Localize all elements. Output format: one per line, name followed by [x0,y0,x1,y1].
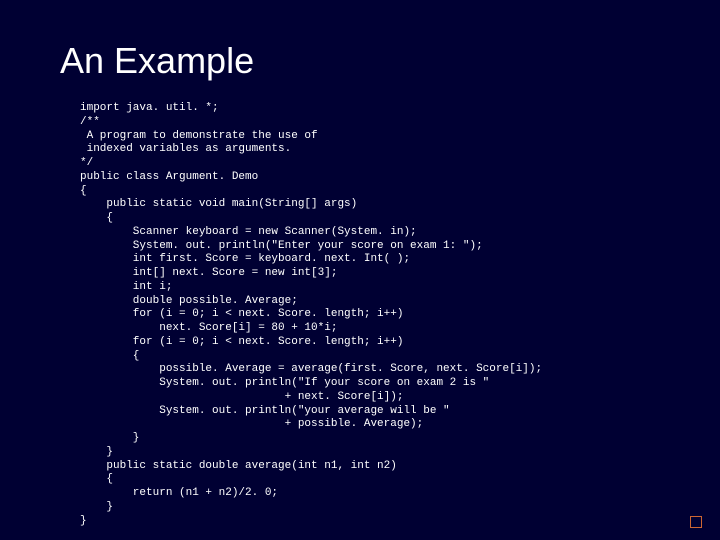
slide-title: An Example [60,40,660,82]
slide: An Example import java. util. *; /** A p… [0,0,720,540]
footer-decoration [690,516,702,528]
code-block: import java. util. *; /** A program to d… [80,102,660,528]
